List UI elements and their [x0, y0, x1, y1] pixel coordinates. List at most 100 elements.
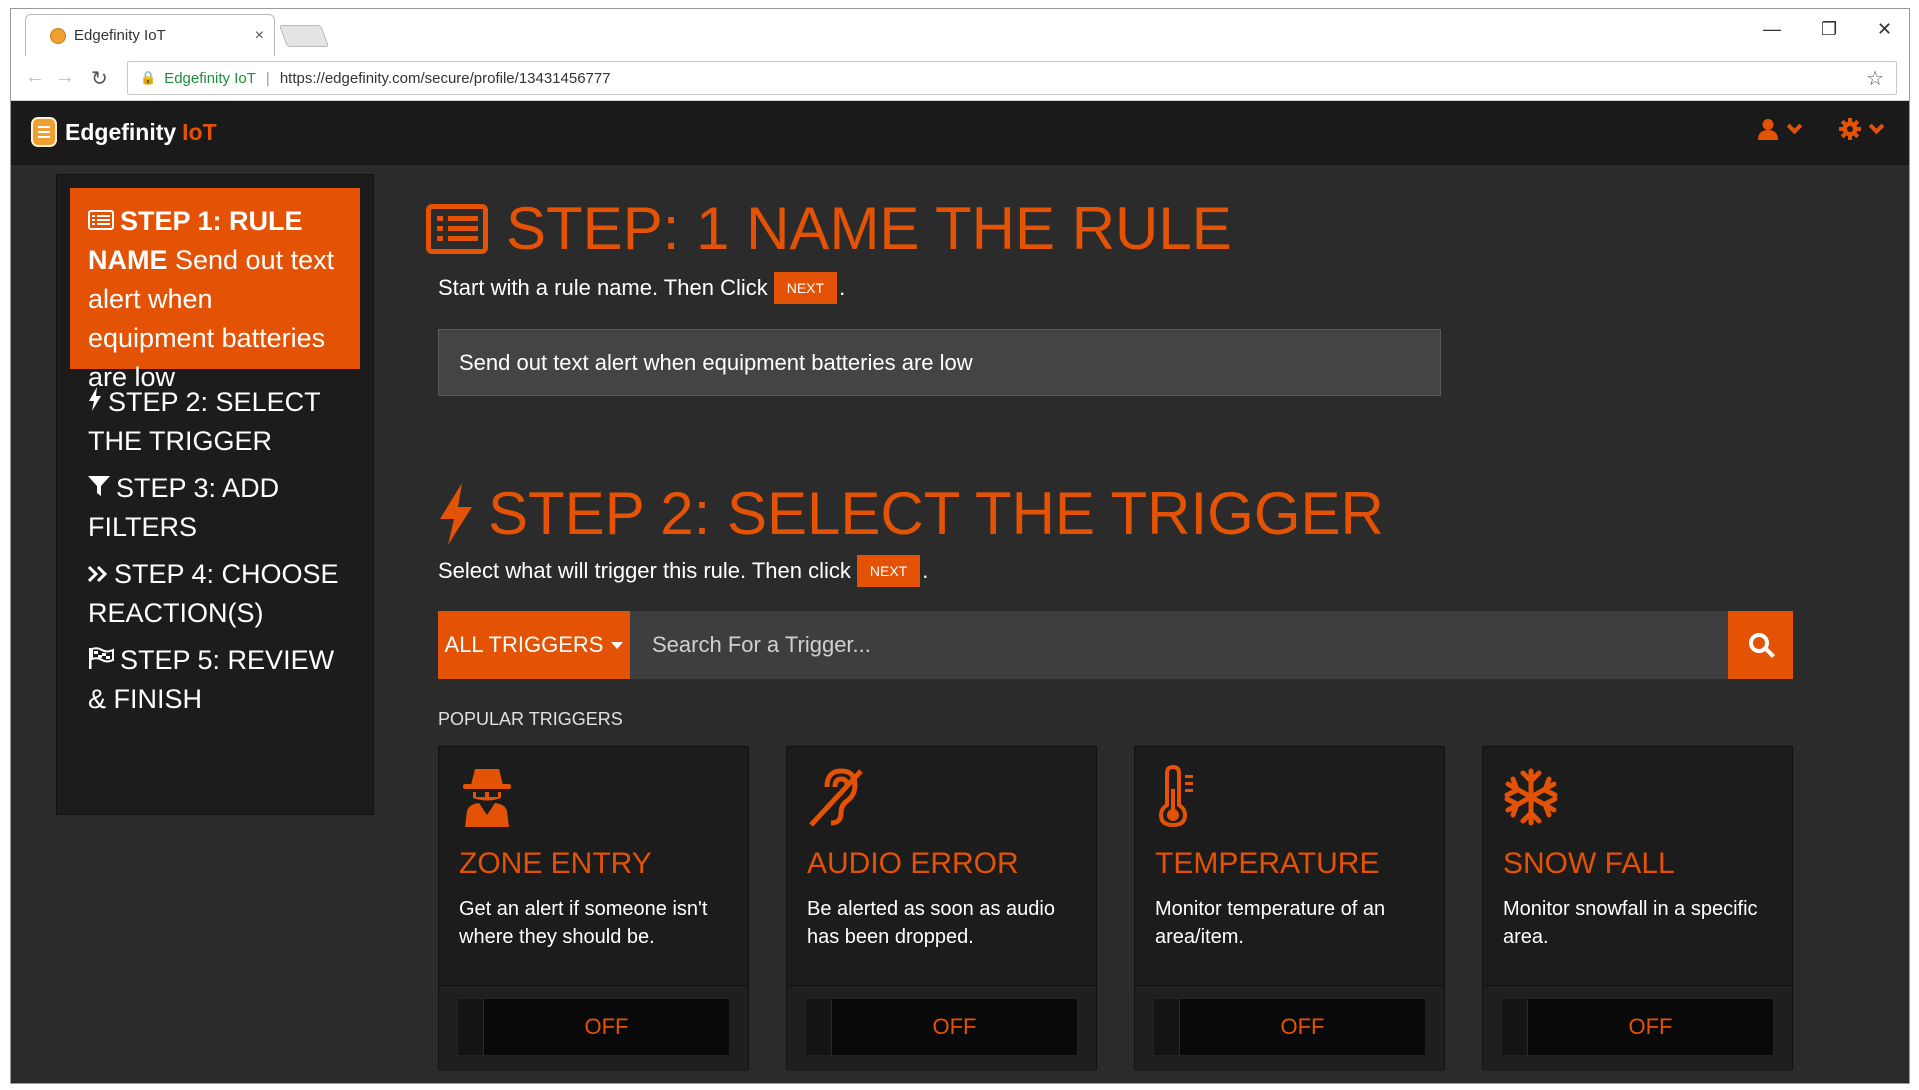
filter-icon [88, 469, 110, 508]
trigger-card-footer: OFF [1483, 985, 1792, 1071]
search-icon [1748, 633, 1769, 653]
step-2-title: STEP 2: SELECT THE TRIGGER [488, 480, 1384, 547]
brand-main: Edgefinity [65, 119, 177, 145]
trigger-card-audio-error[interactable]: AUDIO ERROR Be alerted as soon as audio … [786, 746, 1097, 1071]
steps-sidebar: STEP 1: RULE NAME Send out text alert wh… [56, 174, 374, 815]
step-2-instruction-text: Select what will trigger this rule. Then… [438, 558, 851, 583]
minimize-button[interactable]: — [1763, 19, 1781, 40]
browser-window: Edgefinity IoT × — ❐ ✕ ← → ↻ 🔒 Edgefinit… [10, 8, 1910, 1084]
toggle-knob [1502, 999, 1528, 1055]
trigger-search-input[interactable]: Search For a Trigger... [630, 611, 1728, 679]
step-3-label: STEP 3: ADD FILTERS [88, 473, 280, 542]
list-icon [426, 203, 488, 254]
trigger-toggle[interactable]: OFF [1501, 998, 1774, 1056]
trigger-title: SNOW FALL [1503, 847, 1675, 880]
user-menu-button[interactable] [1757, 118, 1803, 140]
site-name: Edgefinity IoT [164, 69, 256, 87]
step-2-instruction: Select what will trigger this rule. Then… [438, 555, 928, 587]
bookmark-star-icon[interactable]: ☆ [1866, 66, 1884, 91]
step-2-label: STEP 2: SELECT THE TRIGGER [88, 387, 321, 456]
url-separator: | [265, 69, 270, 87]
rule-name-value: Send out text alert when equipment batte… [459, 349, 973, 375]
step-1-heading: STEP: 1 NAME THE RULE [426, 194, 1232, 263]
flag-icon [88, 641, 114, 680]
brand-logo-icon [31, 117, 57, 147]
step-1-instruction-text: Start with a rule name. Then Click [438, 275, 768, 300]
sidebar-step-4[interactable]: STEP 4: CHOOSE REACTION(S) [87, 555, 358, 633]
new-tab-button[interactable] [278, 25, 330, 47]
trigger-title: ZONE ENTRY [459, 847, 652, 880]
trigger-toggle[interactable]: OFF [457, 998, 730, 1056]
close-window-button[interactable]: ✕ [1877, 19, 1892, 40]
step-2-next-button[interactable]: NEXT [856, 555, 921, 587]
gear-icon [1839, 118, 1861, 140]
bolt-icon [88, 383, 102, 422]
lock-icon: 🔒 [140, 70, 157, 85]
restore-button[interactable]: ❐ [1821, 19, 1837, 40]
step-1-instruction: Start with a rule name. Then Click NEXT … [438, 272, 845, 304]
tab-title: Edgefinity IoT [74, 27, 166, 44]
chevron-down-icon [1786, 118, 1803, 134]
sidebar-step-2[interactable]: STEP 2: SELECT THE TRIGGER [88, 383, 358, 461]
address-bar: ← → ↻ 🔒 Edgefinity IoT | https://edgefin… [11, 56, 1909, 101]
snowflake-icon [1504, 768, 1558, 826]
chevron-down-icon [1868, 118, 1885, 134]
step-1-title: STEP: 1 NAME THE RULE [506, 195, 1232, 262]
trigger-search-bar: ALL TRIGGERS Search For a Trigger... [438, 611, 1793, 679]
brand-accent: IoT [182, 119, 217, 145]
user-icon [1758, 119, 1778, 140]
step-2-heading: STEP 2: SELECT THE TRIGGER [438, 479, 1384, 548]
toggle-state: OFF [1628, 1014, 1673, 1039]
settings-menu-button[interactable] [1839, 118, 1885, 140]
toggle-state: OFF [932, 1014, 977, 1039]
spy-icon [463, 769, 511, 827]
toggle-state: OFF [1280, 1014, 1325, 1039]
thermometer-icon [1158, 765, 1193, 827]
double-chevron-icon [87, 555, 108, 594]
trigger-description: Monitor snowfall in a specific area. [1503, 898, 1758, 948]
trigger-card-footer: OFF [1135, 985, 1444, 1071]
trigger-card-temperature[interactable]: TEMPERATURE Monitor temperature of an ar… [1134, 746, 1445, 1071]
all-triggers-dropdown[interactable]: ALL TRIGGERS [438, 611, 630, 679]
favicon-icon [50, 27, 66, 44]
trigger-description: Be alerted as soon as audio has been dro… [807, 898, 1055, 948]
trigger-title: AUDIO ERROR [807, 847, 1019, 880]
forward-icon[interactable]: → [55, 66, 75, 89]
trigger-card-footer: OFF [439, 985, 748, 1071]
trigger-description: Get an alert if someone isn't where they… [459, 898, 708, 948]
rule-name-input[interactable]: Send out text alert when equipment batte… [438, 329, 1441, 396]
trigger-toggle[interactable]: OFF [1153, 998, 1426, 1056]
trigger-card-zone-entry[interactable]: ZONE ENTRY Get an alert if someone isn't… [438, 746, 749, 1071]
tab-strip: Edgefinity IoT × — ❐ ✕ [11, 9, 1909, 56]
search-button[interactable] [1728, 611, 1793, 679]
sidebar-step-5[interactable]: STEP 5: REVIEW & FINISH [88, 641, 358, 719]
tab-close-icon[interactable]: × [255, 27, 264, 45]
step-2-period: . [922, 558, 929, 583]
caret-down-icon [611, 641, 624, 649]
toggle-knob [806, 999, 832, 1055]
browser-tab[interactable]: Edgefinity IoT × [25, 14, 275, 56]
trigger-search-placeholder: Search For a Trigger... [652, 632, 871, 657]
step-1-period: . [839, 275, 846, 300]
hearing-impaired-icon [809, 768, 863, 827]
trigger-toggle[interactable]: OFF [805, 998, 1078, 1056]
bolt-icon [440, 482, 472, 545]
all-triggers-label: ALL TRIGGERS [444, 632, 604, 657]
reload-icon[interactable]: ↻ [91, 66, 108, 91]
step-1-next-button[interactable]: NEXT [773, 272, 838, 304]
sidebar-step-3[interactable]: STEP 3: ADD FILTERS [88, 469, 358, 547]
brand-name[interactable]: Edgefinity IoT [65, 119, 217, 146]
toggle-knob [1154, 999, 1180, 1055]
trigger-card-snow-fall[interactable]: SNOW FALL Monitor snowfall in a specific… [1482, 746, 1793, 1071]
url-text: https://edgefinity.com/secure/profile/13… [279, 69, 611, 87]
toggle-state: OFF [584, 1014, 629, 1039]
url-field[interactable]: 🔒 Edgefinity IoT | https://edgefinity.co… [127, 61, 1897, 95]
popular-triggers-label: POPULAR TRIGGERS [438, 709, 623, 729]
trigger-title: TEMPERATURE [1155, 847, 1380, 880]
sidebar-step-1-active[interactable]: STEP 1: RULE NAME Send out text alert wh… [70, 188, 360, 392]
step-4-label: STEP 4: CHOOSE REACTION(S) [88, 559, 339, 628]
list-icon [88, 202, 114, 241]
toggle-knob [458, 999, 484, 1055]
app-header: Edgefinity IoT [11, 101, 1909, 165]
back-icon[interactable]: ← [25, 66, 45, 89]
